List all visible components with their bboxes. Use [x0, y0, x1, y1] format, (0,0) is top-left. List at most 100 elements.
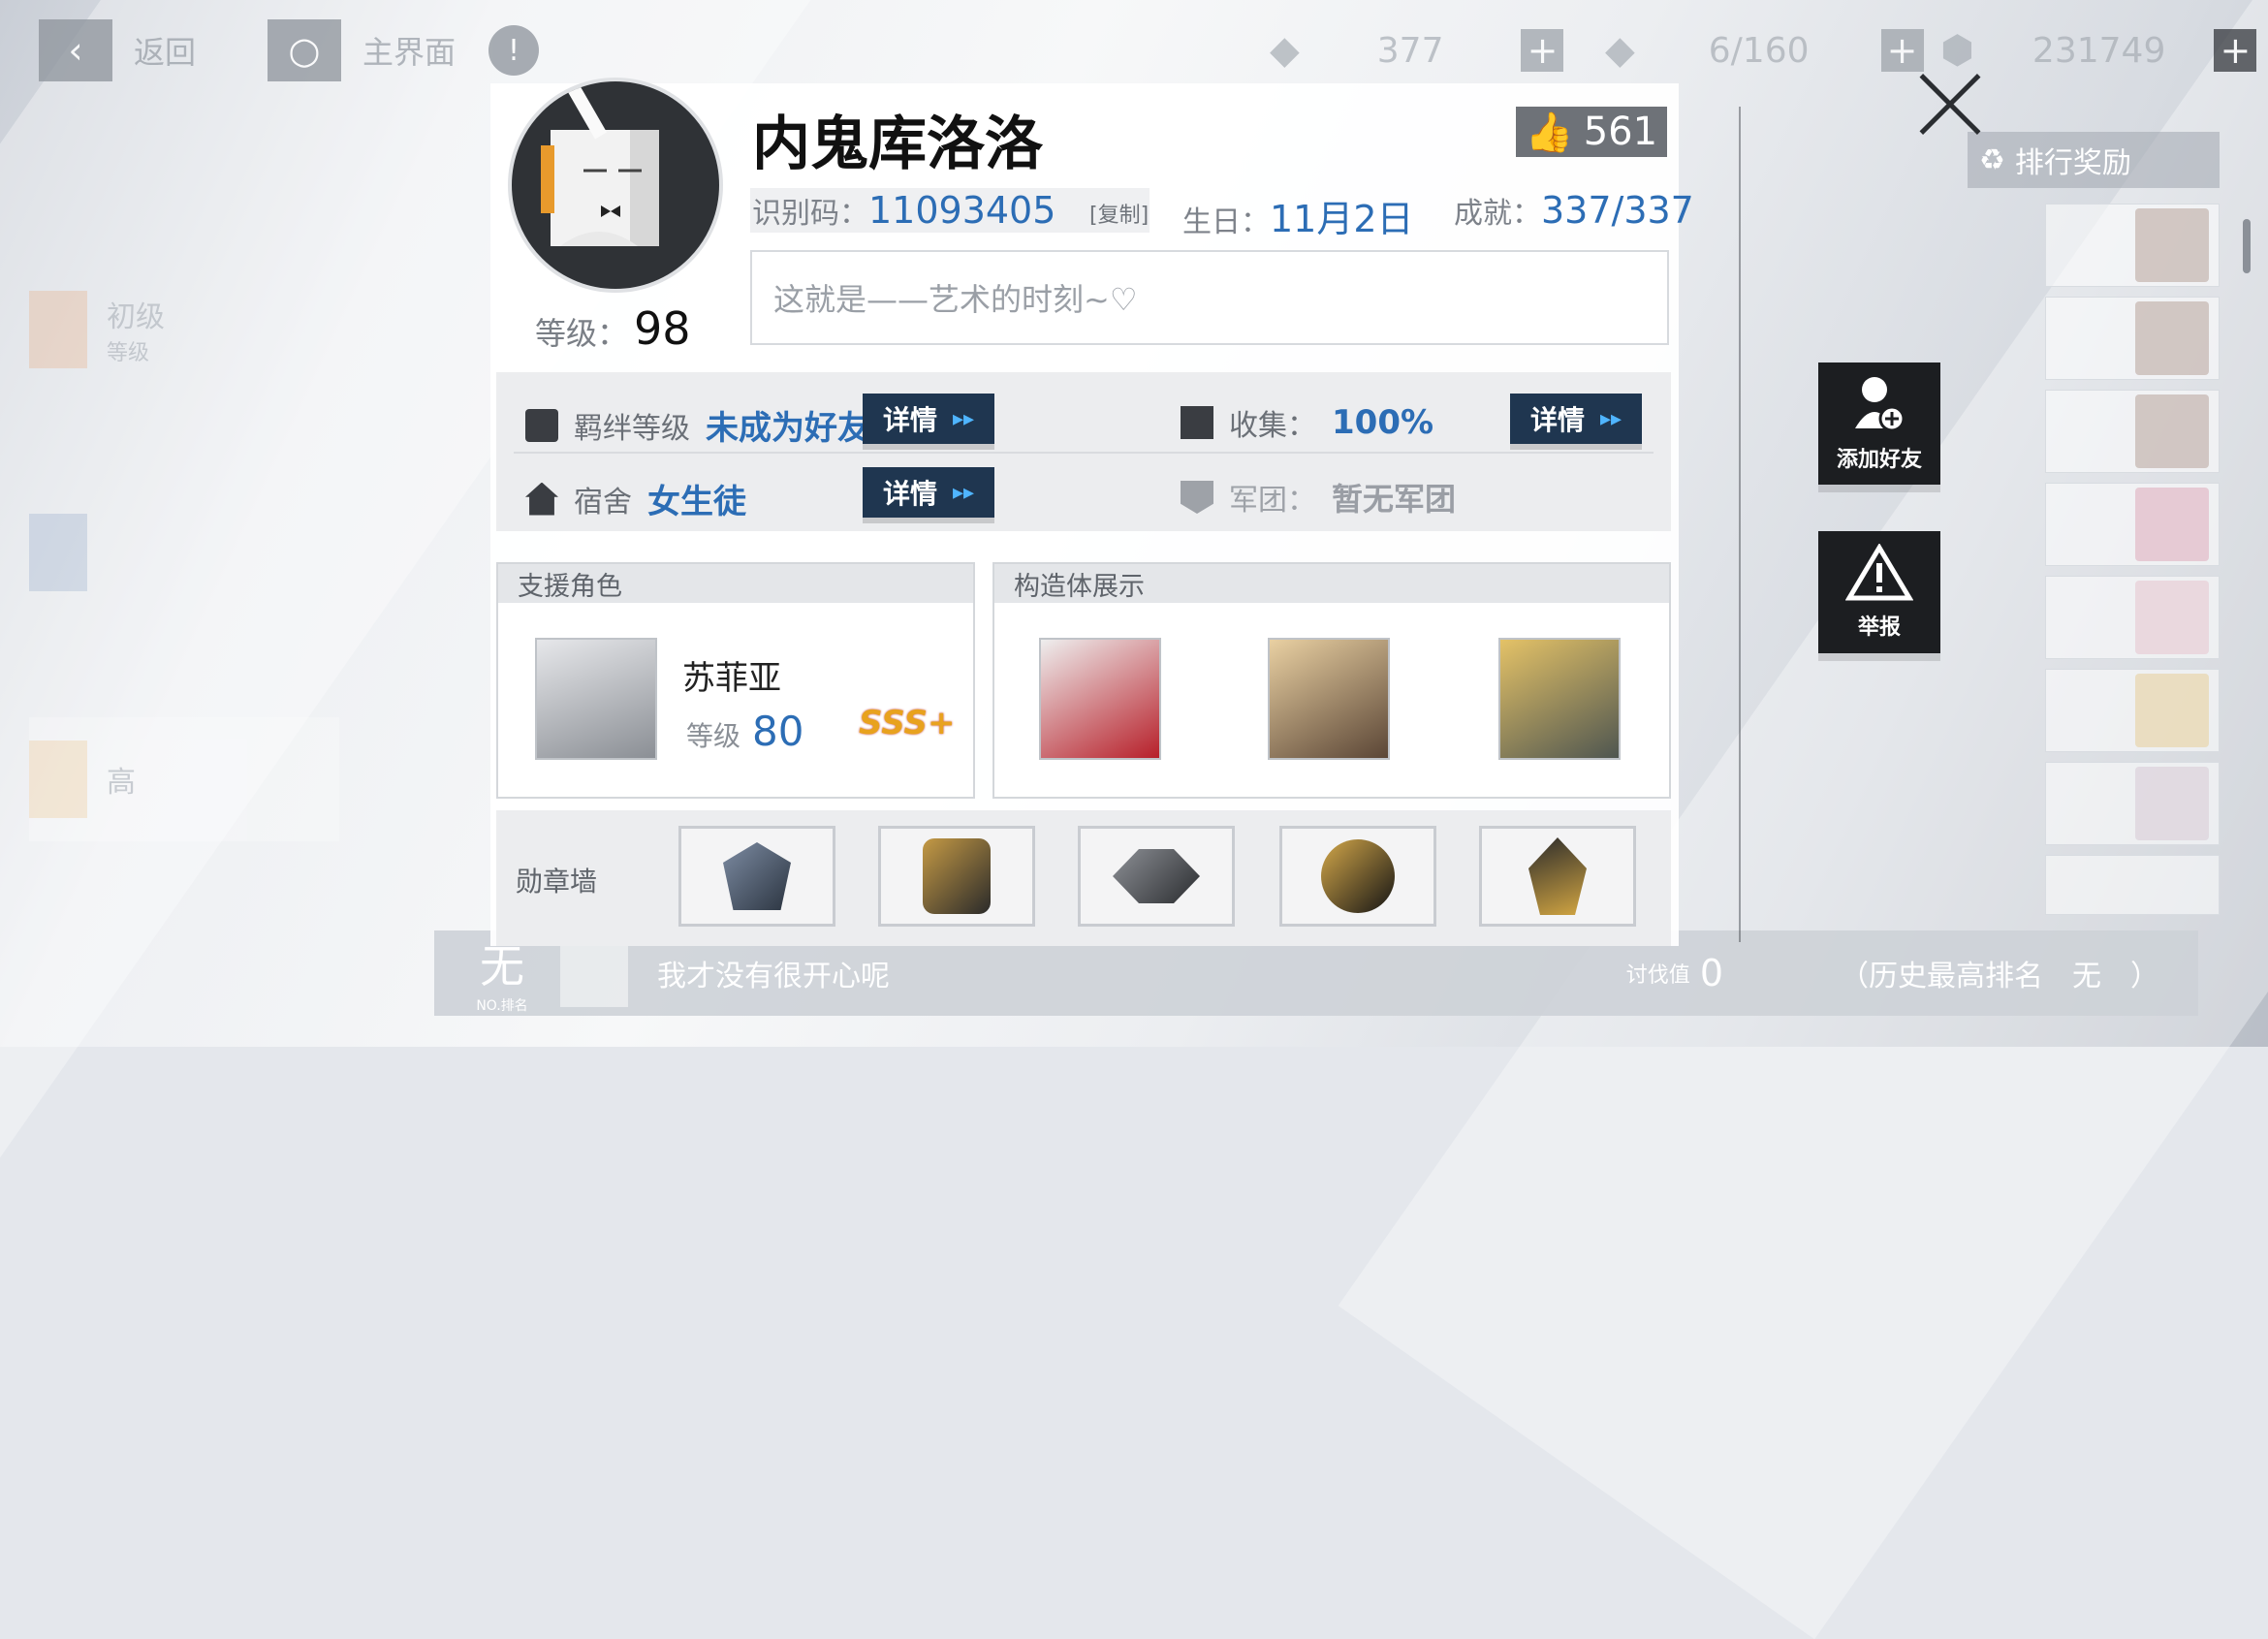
quote: 我才没有很开心呢 [657, 960, 890, 993]
rank-row[interactable] [2045, 576, 2220, 659]
collection-detail-button[interactable]: 详情 ▸▸ [1510, 394, 1642, 444]
resource-3: ⬢ 231749 + [1940, 21, 2257, 79]
collect-label: 收集： [1229, 409, 1316, 443]
achievement-label: 成就： [1454, 197, 1541, 231]
construct-portrait-2[interactable] [1268, 638, 1390, 760]
chevron-left-icon: ‹ [39, 19, 112, 81]
avatar [2135, 394, 2209, 468]
medal-wall-label: 勋章墙 [516, 866, 598, 898]
smile-icon [525, 408, 558, 442]
like-count: 561 [1583, 110, 1658, 154]
rank-row[interactable] [2045, 297, 2220, 380]
avatar [2135, 767, 2209, 840]
medal-slot[interactable] [878, 826, 1035, 927]
tier-icon [29, 514, 87, 591]
legion-value: 暂无军团 [1332, 481, 1457, 518]
dorm-value: 女生徒 [647, 483, 746, 521]
warning-triangle-icon [1845, 544, 1913, 601]
scrollbar[interactable] [2243, 219, 2251, 273]
id-label: 识别码： [752, 197, 868, 231]
ticket-icon: ◆ [1270, 28, 1300, 73]
support-level-label: 等级 [686, 720, 741, 752]
score-label: 讨伐值 [1625, 963, 1690, 988]
collection: 收集： 100% [1181, 401, 1433, 444]
left-list-item[interactable]: 高 [29, 717, 339, 841]
construct-portrait-3[interactable] [1498, 638, 1621, 760]
resource-1-plus[interactable]: + [1521, 29, 1564, 72]
bond-detail-button[interactable]: 详情 ▸▸ [863, 394, 994, 444]
left-list-item[interactable] [29, 504, 339, 601]
wing-medal-icon [723, 842, 791, 910]
resource-2-plus[interactable]: + [1880, 29, 1924, 72]
player-name: 内鬼库洛洛 [752, 110, 1043, 178]
helmet-medal-icon [923, 838, 991, 914]
support-level-value: 80 [752, 708, 804, 755]
back-button[interactable]: ‹ 返回 [39, 19, 196, 81]
medal-slot[interactable] [1078, 826, 1235, 927]
sss-rank-badge: SSS+ [859, 704, 956, 742]
left-list-item[interactable]: 初级 等级 [29, 281, 339, 378]
avatar [2135, 581, 2209, 654]
panel-divider [1739, 107, 1741, 942]
double-arrow-icon: ▸▸ [952, 480, 975, 505]
double-arrow-icon: ▸▸ [1599, 406, 1622, 431]
home-button[interactable]: ○ 主界面 [268, 19, 456, 81]
milk-carton-icon [541, 81, 659, 246]
crossed-swords-medal-icon [1113, 849, 1200, 903]
left-list-sub: 等级 [107, 341, 150, 365]
stats-divider [514, 452, 1654, 454]
player-avatar[interactable] [508, 78, 723, 293]
signature-box: 这就是——艺术的时刻~♡ [750, 250, 1669, 345]
home-label: 主界面 [362, 34, 457, 71]
report-button[interactable]: 举报 [1818, 531, 1940, 653]
resource-2: ◆ 6/160 + [1605, 21, 1924, 79]
rank-reward-label: 排行奖励 [2014, 146, 2131, 180]
rank-row[interactable] [2045, 204, 2220, 287]
bond-level: 羁绊等级 未成为好友 [525, 401, 870, 449]
rank-row[interactable] [2045, 855, 2220, 915]
birthday: 生日： 11月2日 [1182, 189, 1414, 242]
tier-icon [29, 291, 87, 368]
level-label: 等级： [535, 315, 629, 352]
detail-label: 详情 [882, 404, 937, 436]
construct-portrait-1[interactable] [1039, 638, 1161, 760]
dorm-detail-button[interactable]: 详情 ▸▸ [863, 467, 994, 518]
rank-reward-button[interactable]: ♻ 排行奖励 [1968, 132, 2220, 188]
support-header: 支援角色 [498, 564, 973, 603]
gift-icon: ♻ [1979, 142, 2005, 177]
support-portrait[interactable] [535, 638, 657, 760]
achievement: 成就： 337/337 [1454, 189, 1694, 232]
support-name: 苏菲亚 [682, 659, 781, 698]
thumbs-up-icon: 👍 [1525, 110, 1574, 155]
rank-row[interactable] [2045, 762, 2220, 845]
add-user-icon [1855, 377, 1906, 432]
home-circle-icon: ○ [268, 19, 341, 81]
birthday-label: 生日： [1182, 205, 1270, 239]
construct-header: 构造体展示 [994, 564, 1669, 603]
player-id: 识别码： 11093405 [752, 189, 1055, 232]
rank-no-label: NO.排名 [476, 998, 528, 1014]
copy-button[interactable]: [复制] [1089, 198, 1149, 229]
report-label: 举报 [1857, 615, 1901, 640]
info-button[interactable]: ! [488, 19, 539, 81]
add-friend-button[interactable]: 添加好友 [1818, 362, 1940, 485]
medal-slot[interactable] [1279, 826, 1436, 927]
best-rank: （历史最高排名 无 ） [1840, 960, 2159, 993]
id-value: 11093405 [868, 189, 1056, 232]
resource-3-plus[interactable]: + [2214, 29, 2257, 72]
add-friend-label: 添加好友 [1836, 448, 1922, 472]
my-avatar [560, 939, 628, 1007]
rank-row[interactable] [2045, 669, 2220, 752]
rank-row[interactable] [2045, 390, 2220, 473]
resource-1: ◆ 377 + [1270, 21, 1564, 79]
medal-slot[interactable] [678, 826, 835, 927]
medal-slot[interactable] [1479, 826, 1636, 927]
score-value: 0 [1699, 952, 1723, 994]
stamina-icon: ◆ [1605, 28, 1635, 73]
rank-row[interactable] [2045, 483, 2220, 566]
like-button[interactable]: 👍 561 [1516, 107, 1667, 157]
coin-icon: ⬢ [1940, 28, 1974, 73]
support-level: 等级 80 [686, 708, 803, 755]
exclamation-icon: ! [488, 25, 539, 76]
close-button[interactable] [1915, 70, 1985, 140]
